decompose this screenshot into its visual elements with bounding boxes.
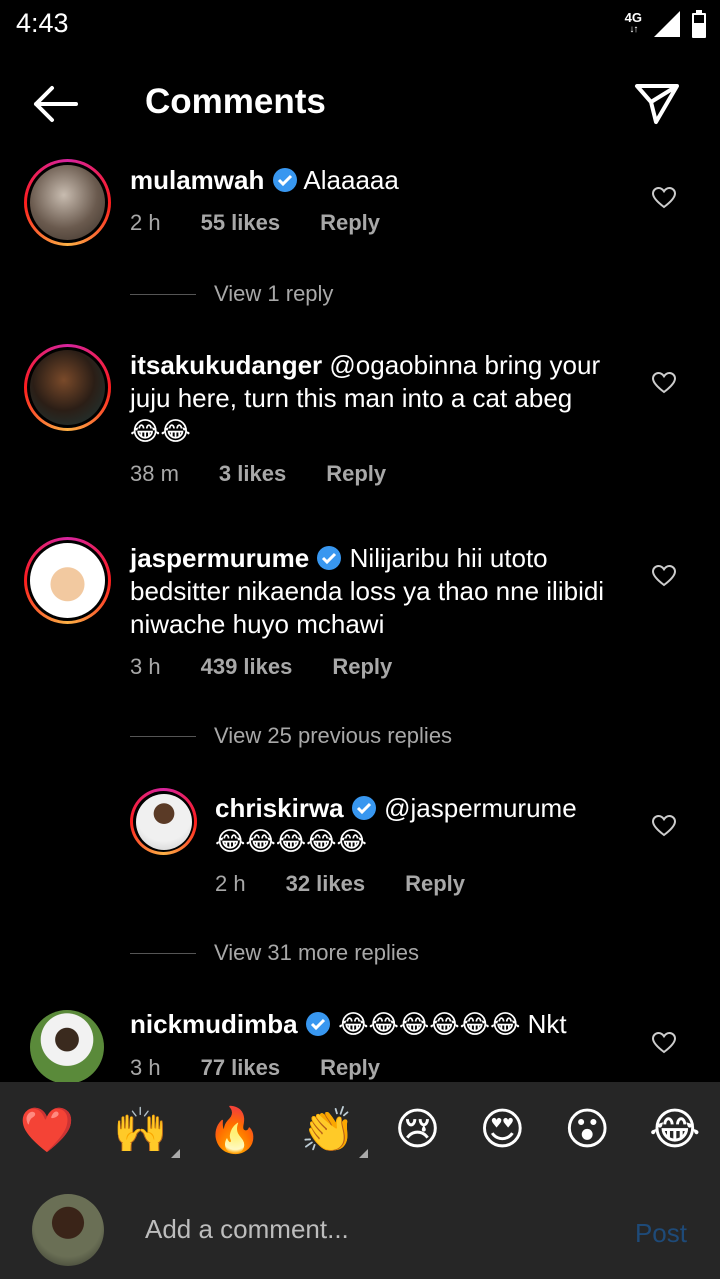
- comment-text: nickmudimba 😂😂😂😂😂😂 Nkt: [130, 1008, 650, 1041]
- page-title: Comments: [145, 82, 326, 121]
- likes-count[interactable]: 32 likes: [286, 871, 366, 897]
- comment-text: mulamwah Alaaaaa: [130, 164, 630, 197]
- avatar[interactable]: [24, 159, 111, 246]
- status-icons: 4G ↓↑: [625, 10, 706, 38]
- comment-body: Nkt: [520, 1009, 567, 1039]
- mention-link[interactable]: @jaspermurume: [384, 793, 577, 823]
- comment-meta: 2 h 55 likes Reply: [130, 210, 380, 236]
- view-previous-replies[interactable]: View 25 previous replies: [130, 723, 452, 749]
- reaction-crying[interactable]: 😢: [395, 1104, 441, 1156]
- comment-username[interactable]: jaspermurume: [130, 543, 309, 573]
- signal-icon: [654, 11, 680, 37]
- divider-line: [130, 293, 196, 295]
- divider-line: [130, 735, 196, 737]
- reply-button[interactable]: Reply: [320, 1055, 380, 1081]
- verified-badge-icon: [305, 1012, 330, 1036]
- comment-username[interactable]: mulamwah: [130, 165, 264, 195]
- comment-text: itsakukudanger @ogaobinna bring your juj…: [130, 349, 630, 448]
- avatar[interactable]: [30, 1010, 104, 1084]
- like-heart-icon[interactable]: [652, 1032, 676, 1054]
- send-icon[interactable]: [634, 82, 680, 126]
- view-replies-toggle[interactable]: View 1 reply: [130, 281, 333, 307]
- reply-button[interactable]: Reply: [326, 461, 386, 487]
- likes-count[interactable]: 439 likes: [201, 654, 293, 680]
- like-heart-icon[interactable]: [652, 565, 676, 587]
- back-arrow-icon[interactable]: [30, 82, 80, 126]
- comment-username[interactable]: nickmudimba: [130, 1009, 298, 1039]
- skin-tone-indicator: [358, 1149, 368, 1158]
- comment-text: jaspermurume Nilijaribu hii utoto bedsit…: [130, 542, 630, 641]
- avatar[interactable]: [130, 788, 197, 855]
- comment-text: chriskirwa @jaspermurume 😂😂😂😂😂: [215, 792, 635, 858]
- like-heart-icon[interactable]: [652, 187, 676, 209]
- avatar[interactable]: [24, 537, 111, 624]
- reaction-raised-hands[interactable]: 🙌: [113, 1104, 181, 1158]
- comment-meta: 3 h 439 likes Reply: [130, 654, 392, 680]
- view-more-replies[interactable]: View 31 more replies: [130, 940, 419, 966]
- comment-meta: 2 h 32 likes Reply: [215, 871, 465, 897]
- battery-icon: [692, 10, 706, 38]
- reaction-laughing[interactable]: 😂: [649, 1104, 700, 1156]
- comment-meta: 3 h 77 likes Reply: [130, 1055, 380, 1081]
- comment-meta: 38 m 3 likes Reply: [130, 461, 386, 487]
- comment-emoji: 😂😂😂😂😂😂: [338, 1009, 521, 1039]
- reaction-fire[interactable]: 🔥: [207, 1104, 262, 1156]
- verified-badge-icon: [351, 796, 376, 820]
- comment-time: 2 h: [215, 871, 246, 896]
- divider-line: [130, 952, 196, 954]
- comment-time: 38 m: [130, 461, 179, 486]
- comment-emoji: 😂😂: [130, 416, 191, 446]
- comment-emoji: 😂😂😂😂😂: [215, 826, 367, 856]
- comment-username[interactable]: chriskirwa: [215, 793, 344, 823]
- likes-count[interactable]: 77 likes: [201, 1055, 281, 1081]
- avatar[interactable]: [24, 344, 111, 431]
- post-button[interactable]: Post: [635, 1218, 687, 1249]
- comment-time: 2 h: [130, 210, 161, 235]
- comment-time: 3 h: [130, 654, 161, 679]
- comment-input[interactable]: Add a comment...: [145, 1214, 349, 1245]
- likes-count[interactable]: 3 likes: [219, 461, 286, 487]
- comment-username[interactable]: itsakukudanger: [130, 350, 322, 380]
- reaction-surprised[interactable]: 😮: [564, 1104, 610, 1156]
- reaction-heart-eyes[interactable]: 😍: [479, 1104, 525, 1156]
- reaction-heart[interactable]: ❤️: [19, 1104, 74, 1156]
- reply-button[interactable]: Reply: [332, 654, 392, 680]
- like-heart-icon[interactable]: [652, 372, 676, 394]
- likes-count[interactable]: 55 likes: [201, 210, 281, 236]
- verified-badge-icon: [317, 546, 342, 570]
- verified-badge-icon: [272, 168, 297, 192]
- comment-body: Alaaaaa: [303, 165, 399, 195]
- reply-button[interactable]: Reply: [320, 210, 380, 236]
- status-time: 4:43: [16, 8, 69, 38]
- reply-button[interactable]: Reply: [405, 871, 465, 897]
- network-indicator: 4G ↓↑: [624, 10, 642, 35]
- user-avatar: [32, 1194, 104, 1266]
- reaction-clap[interactable]: 👏: [301, 1104, 368, 1158]
- mention-link[interactable]: @ogaobinna: [329, 350, 477, 380]
- comment-composer: ❤️ 🙌 🔥 👏 😢 😍 😮 😂: [0, 1082, 720, 1279]
- comment-time: 3 h: [130, 1055, 161, 1080]
- skin-tone-indicator: [171, 1149, 181, 1158]
- quick-reactions: ❤️ 🙌 🔥 👏 😢 😍 😮 😂: [0, 1104, 720, 1158]
- like-heart-icon[interactable]: [652, 815, 676, 837]
